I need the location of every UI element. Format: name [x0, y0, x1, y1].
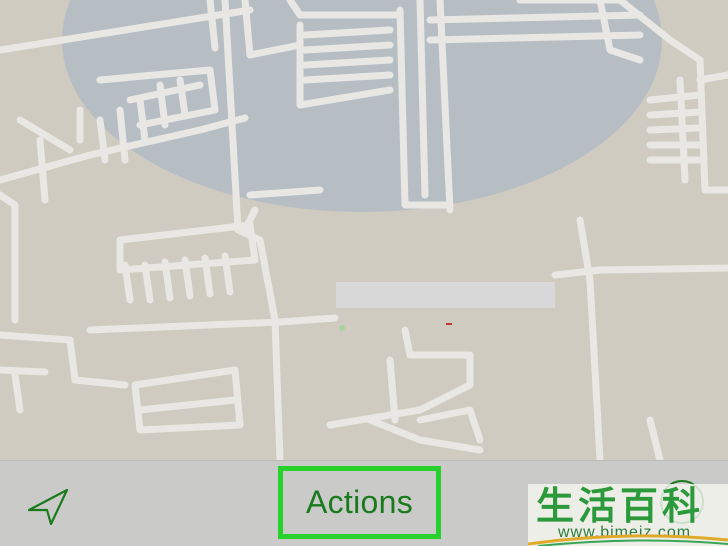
maps-app-screen: Actions 生活百科 www.bimeiz.com [0, 0, 728, 546]
actions-label: Actions [305, 484, 414, 520]
actions-button[interactable]: Actions [278, 466, 441, 539]
watermark-chinese-text: 生活百科 [536, 484, 705, 528]
watermark-swoosh [528, 534, 728, 546]
watermark: 生活百科 www.bimeiz.com [528, 484, 728, 546]
map-view[interactable] [0, 0, 728, 460]
current-location-button[interactable] [24, 486, 72, 526]
location-arrow-icon [27, 488, 69, 526]
